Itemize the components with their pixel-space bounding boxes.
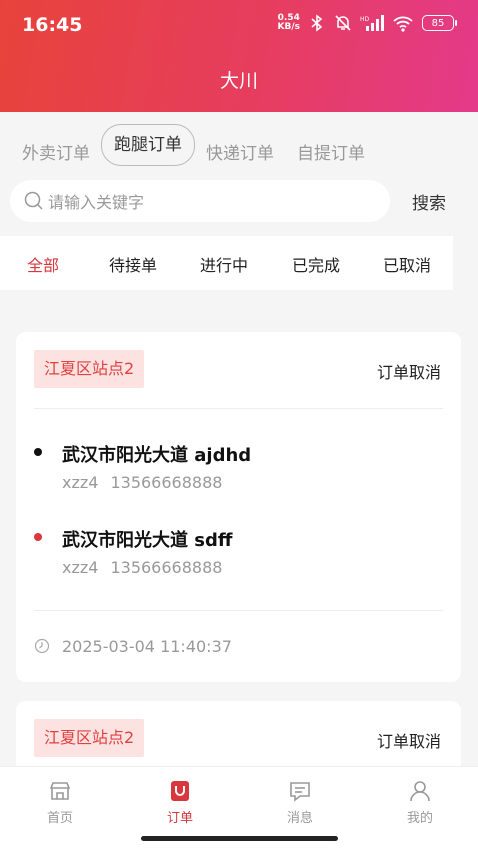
search-icon <box>24 191 44 215</box>
battery-icon: 85 <box>422 15 457 31</box>
store-icon <box>20 779 100 803</box>
order-status-label: 订单取消 <box>376 363 441 382</box>
status-icons: 0.54 KB/s HD 85 <box>278 14 457 32</box>
order-card[interactable]: 江夏区站点2 订单取消 武汉市阳光大道 ajdhd xzz4 1356666888… <box>16 332 461 682</box>
tabbar-messages-label: 消息 <box>286 811 313 826</box>
divider <box>34 408 443 409</box>
tabbar-home[interactable]: 首页 <box>20 779 100 826</box>
network-speed-unit: KB/s <box>277 22 300 32</box>
message-icon <box>260 779 340 803</box>
page-title: 大川 <box>219 70 258 92</box>
tab-errand-orders[interactable]: 跑腿订单 <box>101 124 195 166</box>
orders-icon <box>140 779 220 803</box>
mute-bell-icon <box>334 14 352 32</box>
search-button[interactable]: 搜索 <box>412 189 446 214</box>
tabbar-messages[interactable]: 消息 <box>260 779 340 826</box>
bluetooth-icon <box>308 14 326 32</box>
divider <box>34 610 443 611</box>
tabbar-orders-label: 订单 <box>166 811 193 826</box>
tabbar-profile[interactable]: 我的 <box>380 779 460 826</box>
cellular-signal-icon: HD <box>360 14 384 32</box>
tab-status-all[interactable]: 全部 <box>27 252 59 276</box>
signal-hd-label: HD <box>360 16 370 23</box>
home-indicator[interactable] <box>141 836 338 841</box>
station-tag: 江夏区站点2 <box>34 350 145 388</box>
pickup-phone: 13566668888 <box>110 473 223 492</box>
app-header: 16:45 0.54 KB/s HD 85 大川 <box>0 0 478 112</box>
tabbar-profile-label: 我的 <box>406 811 433 826</box>
station-tag: 江夏区站点2 <box>34 719 145 757</box>
status-time: 16:45 <box>22 14 83 36</box>
tab-status-in-progress[interactable]: 进行中 <box>200 252 248 276</box>
tab-status-cancelled[interactable]: 已取消 <box>383 252 431 276</box>
network-speed: 0.54 KB/s <box>278 14 300 32</box>
tabbar-home-label: 首页 <box>46 811 73 826</box>
pickup-address: 武汉市阳光大道 ajdhd <box>62 445 252 466</box>
tab-pickup-orders[interactable]: 自提订单 <box>297 134 365 174</box>
order-status-label: 订单取消 <box>376 732 441 751</box>
dropoff-phone: 13566668888 <box>110 558 223 577</box>
order-type-tabs: 外卖订单 跑腿订单 快递订单 自提订单 <box>0 112 478 176</box>
tab-express-orders[interactable]: 快递订单 <box>206 134 274 174</box>
tab-status-completed[interactable]: 已完成 <box>292 252 340 276</box>
clock-icon <box>34 638 50 658</box>
order-time: 2025-03-04 11:40:37 <box>62 637 232 656</box>
pickup-contact: xzz4 13566668888 <box>62 473 222 492</box>
status-bar: 16:45 0.54 KB/s HD 85 <box>0 0 478 50</box>
dropoff-address: 武汉市阳光大道 sdff <box>62 530 233 551</box>
pickup-name: xzz4 <box>62 473 99 492</box>
user-icon <box>380 779 460 803</box>
order-status-tabs: 全部 待接单 进行中 已完成 已取消 <box>0 236 453 290</box>
tab-status-pending[interactable]: 待接单 <box>109 252 157 276</box>
dropoff-contact: xzz4 13566668888 <box>62 558 222 577</box>
tab-takeout-orders[interactable]: 外卖订单 <box>22 134 90 174</box>
search-box <box>10 180 390 224</box>
dropoff-dot-icon <box>34 533 42 541</box>
dropoff-name: xzz4 <box>62 558 99 577</box>
search-input[interactable] <box>46 180 380 224</box>
pickup-dot-icon <box>34 448 42 456</box>
tabbar-orders[interactable]: 订单 <box>140 779 220 826</box>
wifi-icon <box>392 14 414 32</box>
